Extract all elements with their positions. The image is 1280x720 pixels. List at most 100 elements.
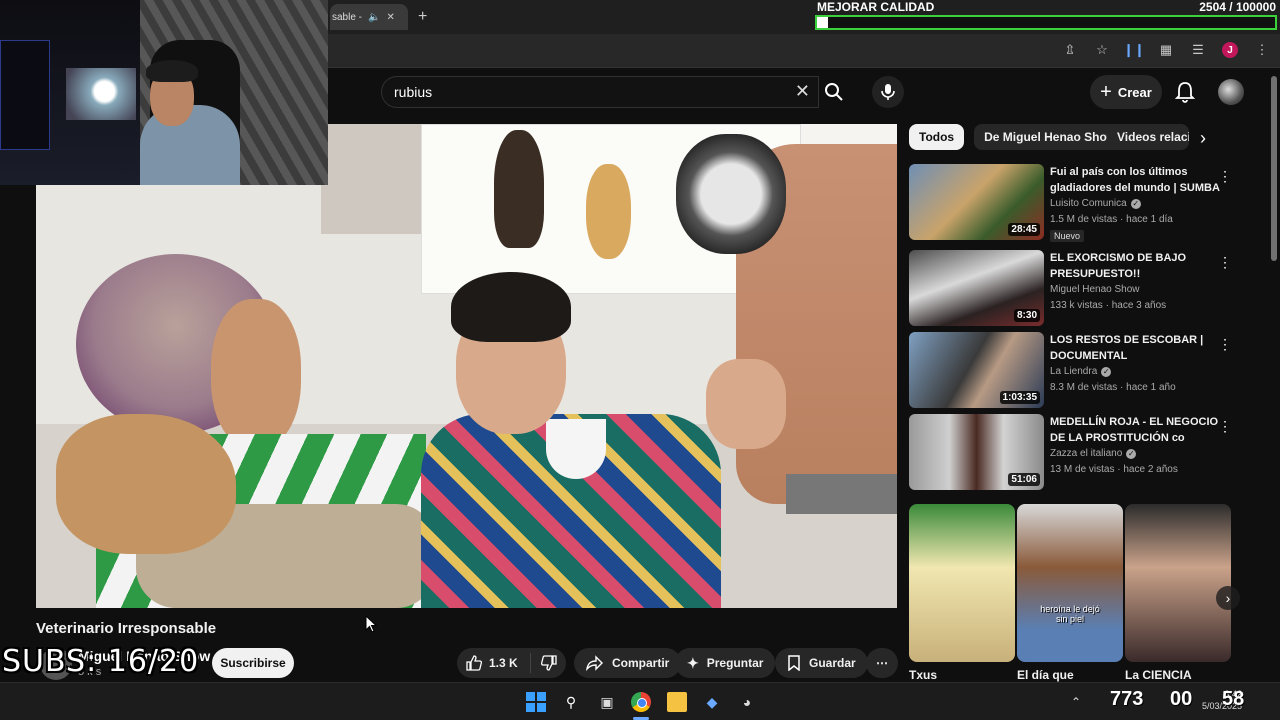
app-circle-icon[interactable]: ◕ — [737, 692, 757, 712]
share-label: Compartir — [612, 656, 670, 670]
search-input[interactable]: rubius ✕ — [381, 76, 819, 108]
more-vertical-icon[interactable]: ⋮ — [1218, 254, 1232, 271]
install-app-icon[interactable]: ⇫ — [1062, 42, 1078, 58]
recommendation-title[interactable]: Fui al país con los últimos gladiadores … — [1050, 164, 1220, 196]
more-vertical-icon[interactable]: ⋮ — [1218, 168, 1232, 185]
start-windows-icon[interactable] — [526, 692, 546, 712]
notifications-bell-icon[interactable] — [1174, 80, 1196, 104]
quality-count: 2504 / 100000 — [1199, 0, 1276, 14]
recommendation-title[interactable]: MEDELLÍN ROJA - EL NEGOCIO DE LA PROSTIT… — [1050, 414, 1220, 446]
ask-label: Preguntar — [706, 656, 764, 670]
video-frame-scene — [586, 164, 631, 259]
dislike-button[interactable] — [531, 654, 566, 672]
video-thumbnail[interactable]: 1:03:35 — [909, 332, 1044, 408]
video-thumbnail[interactable]: 8:30 — [909, 250, 1044, 326]
video-duration: 1:03:35 — [999, 391, 1040, 404]
tray-overlay-number: 58 — [1222, 688, 1245, 710]
recommendation-item[interactable]: 51:06 MEDELLÍN ROJA - EL NEGOCIO DE LA P… — [909, 414, 1239, 492]
file-explorer-icon[interactable] — [667, 692, 687, 712]
recommendation-channel[interactable]: Luisito Comunica ✓ — [1050, 198, 1141, 209]
save-button[interactable]: Guardar — [775, 648, 868, 678]
webcam-scene — [66, 68, 136, 120]
quality-progress-track — [815, 15, 1277, 30]
bookmark-icon — [788, 655, 800, 671]
tab-close-icon[interactable]: ✕ — [386, 12, 394, 23]
more-vertical-icon[interactable]: ⋮ — [1218, 418, 1232, 435]
create-button[interactable]: + Crear — [1090, 75, 1162, 109]
chip-related[interactable]: Videos relacio — [1107, 124, 1189, 150]
clear-search-icon[interactable]: ✕ — [795, 81, 810, 102]
quality-title: MEJORAR CALIDAD — [817, 0, 935, 14]
tray-chevron-up-icon[interactable]: ⌃ — [1066, 692, 1086, 712]
chip-todos[interactable]: Todos — [909, 124, 965, 150]
tray-overlay-number: 00 — [1170, 688, 1193, 710]
app-diamond-icon[interactable]: ◆ — [702, 692, 722, 712]
short-title[interactable]: Txus — [909, 668, 937, 682]
share-button[interactable]: Compartir — [574, 648, 682, 678]
ask-action: ✦ Preguntar — [675, 648, 776, 678]
short-title[interactable]: El día que — [1017, 668, 1074, 682]
extension-audio-icon[interactable]: ❙❙ — [1123, 42, 1145, 58]
like-button[interactable]: 1.3 K — [457, 653, 531, 673]
bookmark-star-icon[interactable]: ☆ — [1094, 42, 1110, 58]
like-dislike-group: 1.3 K — [457, 648, 566, 678]
channel-label: Miguel Henao Show — [1050, 284, 1140, 295]
video-thumbnail[interactable]: 28:45 — [909, 164, 1044, 240]
recommendation-item[interactable]: 28:45 Fui al país con los últimos gladia… — [909, 164, 1239, 242]
more-actions: ⋯ — [866, 648, 898, 678]
video-frame-scene — [494, 130, 544, 248]
browser-tab[interactable]: sable - 🔈 ✕ — [330, 4, 408, 30]
chrome-icon[interactable] — [631, 692, 651, 712]
webcam-overlay — [0, 0, 328, 185]
short-title[interactable]: La CIENCIA — [1125, 668, 1192, 682]
video-frame-scene — [56, 414, 236, 554]
tray-overlay-number: 773 — [1110, 688, 1144, 710]
recommendation-title[interactable]: EL EXORCISMO DE BAJO PRESUPUESTO!! — [1050, 250, 1220, 282]
recommendation-title[interactable]: LOS RESTOS DE ESCOBAR | DOCUMENTAL — [1050, 332, 1220, 364]
short-thumbnail[interactable]: heroína le dejó sin piel — [1017, 504, 1123, 662]
verified-check-icon: ✓ — [1130, 198, 1141, 209]
recommendation-channel[interactable]: Zazza el italiano ✓ — [1050, 448, 1137, 459]
short-thumbnail[interactable] — [909, 504, 1015, 662]
recommendation-meta: 1.5 M de vistas · hace 1 día — [1050, 214, 1173, 225]
menu-kebab-icon[interactable]: ⋮ — [1254, 42, 1270, 58]
save-action: Guardar — [775, 648, 868, 678]
chip-channel[interactable]: De Miguel Henao Show — [974, 124, 1127, 150]
recommendation-item[interactable]: 8:30 EL EXORCISMO DE BAJO PRESUPUESTO!! … — [909, 250, 1239, 328]
search-button[interactable] — [819, 76, 849, 108]
speaker-icon[interactable]: 🔈 — [368, 12, 380, 23]
new-tab-button[interactable]: + — [418, 8, 427, 26]
short-thumbnail[interactable] — [1125, 504, 1231, 662]
filter-chips: Todos De Miguel Henao Show — [909, 124, 1127, 150]
extensions-puzzle-icon[interactable]: ▦ — [1158, 42, 1174, 58]
like-count: 1.3 K — [489, 656, 518, 670]
search-icon[interactable]: ⚲ — [561, 692, 581, 712]
tab-title: sable - — [332, 11, 363, 23]
recommendation-item[interactable]: 1:03:35 LOS RESTOS DE ESCOBAR | DOCUMENT… — [909, 332, 1239, 410]
thumbs-down-icon — [540, 655, 557, 671]
profile-avatar[interactable]: J — [1222, 42, 1238, 58]
search-icon — [825, 83, 843, 101]
voice-search-button[interactable] — [872, 76, 904, 108]
media-controls-icon[interactable]: ☰ — [1190, 42, 1206, 58]
more-actions-button[interactable]: ⋯ — [866, 648, 898, 678]
more-vertical-icon[interactable]: ⋮ — [1218, 336, 1232, 353]
video-player[interactable] — [36, 124, 897, 608]
video-thumbnail[interactable]: 51:06 — [909, 414, 1044, 490]
subscribe-button[interactable]: Suscribirse — [212, 648, 294, 678]
page-scrollbar[interactable] — [1268, 70, 1280, 682]
recommendation-channel[interactable]: La Liendra ✓ — [1050, 366, 1112, 377]
subs-goal-overlay: SUBS: 16/20 — [2, 644, 200, 679]
chips-next-icon[interactable]: › — [1200, 128, 1206, 149]
short-caption: heroína le dejó sin piel — [1040, 604, 1100, 624]
recommendation-channel[interactable]: Miguel Henao Show — [1050, 284, 1140, 295]
ask-button[interactable]: ✦ Preguntar — [675, 648, 776, 678]
scrollbar-thumb[interactable] — [1271, 76, 1277, 261]
video-frame-scene — [546, 419, 606, 479]
account-avatar[interactable] — [1218, 79, 1244, 105]
shorts-next-icon[interactable]: › — [1216, 586, 1240, 610]
task-view-icon[interactable]: ▣ — [597, 692, 617, 712]
video-title: Veterinario Irresponsable — [36, 620, 217, 637]
video-frame-scene — [706, 359, 786, 449]
verified-check-icon: ✓ — [1101, 366, 1112, 377]
